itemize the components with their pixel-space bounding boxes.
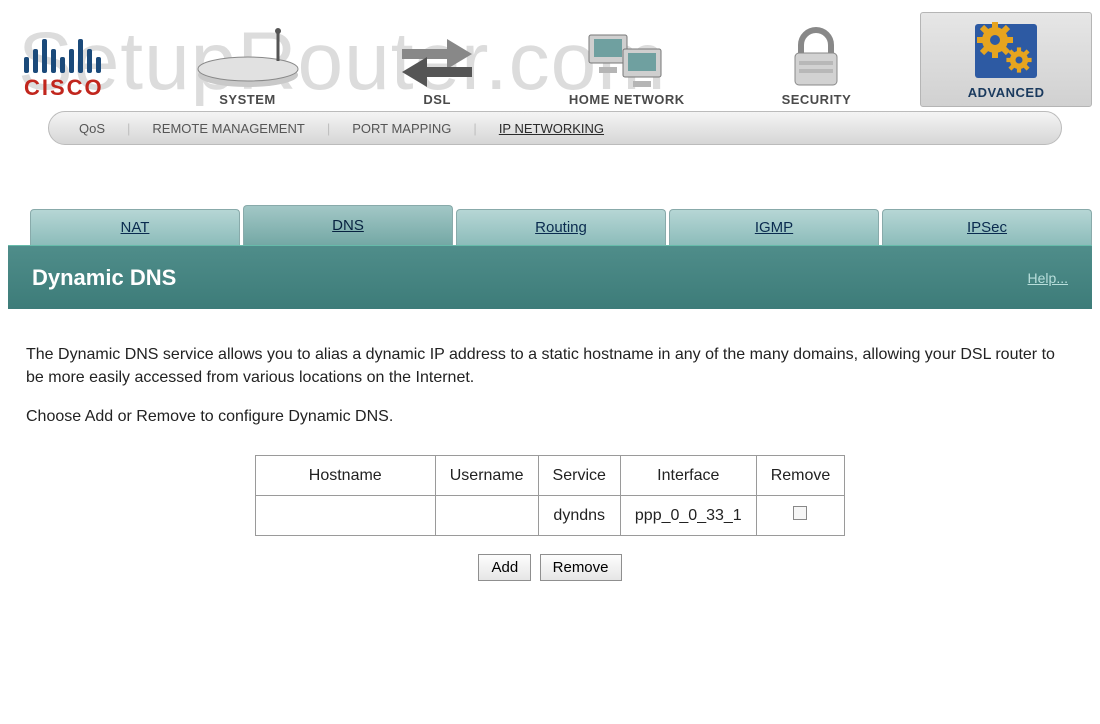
cisco-logo-bars [24,39,104,73]
arrows-icon [351,24,523,92]
sub-nav-bar: QoS | REMOTE MANAGEMENT | PORT MAPPING |… [48,111,1062,145]
subnav-ip-networking[interactable]: IP NETWORKING [491,119,612,138]
cell-hostname [255,495,435,535]
gears-icon [921,17,1091,85]
tab-ipsec[interactable]: IPSec [882,209,1092,245]
remove-button[interactable]: Remove [540,554,622,581]
category-security-label: SECURITY [731,92,903,107]
button-row: Add Remove [26,554,1074,581]
category-security[interactable]: SECURITY [731,24,903,107]
cell-username [435,495,538,535]
tab-routing[interactable]: Routing [456,209,666,245]
category-home-network-label: HOME NETWORK [541,92,713,107]
tab-dns-label: DNS [332,217,364,234]
ddns-table: Hostname Username Service Interface Remo… [255,455,846,536]
subnav-qos[interactable]: QoS [71,119,113,138]
category-dsl[interactable]: DSL [351,24,523,107]
page-title: Dynamic DNS [32,265,176,291]
col-username: Username [435,455,538,495]
description-text-1: The Dynamic DNS service allows you to al… [26,343,1074,389]
category-advanced-label: ADVANCED [921,85,1091,100]
tab-dns[interactable]: DNS [243,205,453,245]
table-header-row: Hostname Username Service Interface Remo… [255,455,845,495]
description-text-2: Choose Add or Remove to configure Dynami… [26,405,1074,428]
page-header: Dynamic DNS Help... [8,245,1092,309]
add-button[interactable]: Add [478,554,531,581]
category-dsl-label: DSL [351,92,523,107]
computers-icon [541,24,713,92]
tab-nat-label: NAT [121,219,150,236]
col-service: Service [538,455,620,495]
cell-interface: ppp_0_0_33_1 [620,495,756,535]
tab-igmp[interactable]: IGMP [669,209,879,245]
category-advanced[interactable]: ADVANCED [920,12,1092,107]
separator: | [327,121,330,136]
content-area: The Dynamic DNS service allows you to al… [8,309,1092,621]
table-row: dyndns ppp_0_0_33_1 [255,495,845,535]
cell-service: dyndns [538,495,620,535]
top-category-nav: CISCO SYSTEM DSL [8,12,1092,107]
separator: | [127,121,130,136]
col-remove: Remove [756,455,845,495]
subnav-port-mapping[interactable]: PORT MAPPING [344,119,459,138]
category-system[interactable]: SYSTEM [162,24,334,107]
cisco-logo-text: CISCO [24,75,104,101]
router-icon [162,24,334,92]
tab-ipsec-label: IPSec [967,219,1007,236]
padlock-icon [731,24,903,92]
remove-checkbox[interactable] [793,506,807,520]
separator: | [473,121,476,136]
help-link[interactable]: Help... [1028,270,1068,286]
category-home-network[interactable]: HOME NETWORK [541,24,713,107]
cell-remove [756,495,845,535]
cisco-logo: CISCO [24,39,104,101]
subnav-remote-management[interactable]: REMOTE MANAGEMENT [144,119,312,138]
tab-row: NAT DNS Routing IGMP IPSec [8,205,1092,245]
col-interface: Interface [620,455,756,495]
col-hostname: Hostname [255,455,435,495]
tab-nat[interactable]: NAT [30,209,240,245]
category-system-label: SYSTEM [162,92,334,107]
tab-igmp-label: IGMP [755,219,793,236]
tab-routing-label: Routing [535,219,587,236]
